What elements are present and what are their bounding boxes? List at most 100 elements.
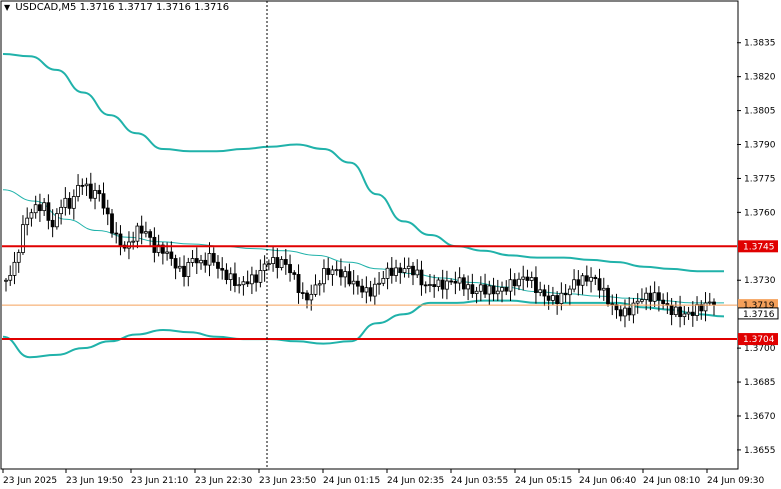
candle-body — [461, 277, 466, 290]
candle-body — [300, 292, 305, 294]
candle-body — [313, 284, 318, 295]
candle-body — [389, 267, 394, 276]
candle-body — [398, 267, 403, 273]
candle-body — [114, 232, 119, 235]
candle-body — [669, 304, 674, 316]
candle-body — [305, 292, 309, 301]
candle-body — [80, 184, 85, 187]
candle-body — [601, 287, 606, 291]
candle-body — [627, 307, 632, 316]
candle-body — [529, 277, 534, 281]
level-price-label: 1.3745 — [743, 242, 775, 252]
candle-body — [131, 240, 136, 243]
candle-body — [12, 261, 17, 276]
price-chart[interactable]: 1.3835 1.3820 1.3805 1.3790 1.3775 1.3760 1.37… — [0, 0, 781, 489]
candle-body — [584, 275, 589, 282]
candle-body — [190, 258, 195, 263]
candle-body — [504, 287, 509, 292]
candle-body — [466, 284, 471, 290]
y-axis-tick-label: 1.3775 — [744, 174, 776, 184]
y-axis-tick-label: 1.3790 — [744, 141, 776, 151]
x-axis-tick-label: 24 Jun 01:15 — [323, 476, 380, 486]
candle-body — [105, 207, 110, 215]
candle-body — [317, 283, 322, 286]
candle-body — [695, 304, 699, 316]
candle-body — [266, 263, 271, 266]
candle-body — [93, 190, 97, 199]
x-axis-tick-label: 24 Jun 09:30 — [707, 476, 764, 486]
candle-body — [71, 196, 76, 209]
candle-body — [288, 264, 292, 274]
candle-body — [394, 267, 398, 276]
candle-body — [517, 278, 521, 287]
candle-body — [21, 224, 25, 253]
x-axis-tick-label: 24 Jun 02:35 — [387, 476, 444, 486]
candle-body — [4, 279, 8, 282]
candle-body — [148, 231, 153, 238]
candle-body — [110, 213, 114, 234]
candle-body — [512, 279, 517, 287]
candle-body — [296, 274, 301, 293]
candle-body — [411, 265, 415, 276]
candle-body — [118, 233, 123, 246]
candle-body — [135, 225, 140, 242]
candle-body — [249, 274, 254, 285]
candle-body — [385, 267, 390, 279]
caret-down-icon[interactable]: ▼ — [4, 3, 10, 12]
candle-body — [415, 269, 420, 276]
candle-body — [673, 306, 678, 316]
candle-body — [555, 295, 560, 304]
candle-body — [173, 258, 178, 269]
candle-body — [377, 282, 381, 285]
high-value: 1.3717 — [117, 2, 153, 13]
candle-body — [63, 197, 68, 208]
candle-body — [54, 213, 59, 228]
candle-body — [207, 253, 212, 266]
candle-body — [623, 307, 627, 317]
candle-body — [258, 270, 263, 283]
candle-body — [381, 278, 386, 284]
candle-body — [559, 292, 564, 304]
candle-body — [368, 287, 373, 297]
candle-body — [33, 204, 38, 214]
candle-body — [534, 277, 538, 293]
candle-body — [364, 287, 369, 293]
candle-body — [283, 259, 288, 265]
y-axis-tick-label: 1.3760 — [744, 208, 776, 218]
candle-body — [50, 219, 55, 228]
candle-body — [343, 271, 348, 278]
y-axis-tick-label: 1.3655 — [744, 446, 776, 456]
symbol-label: USDCAD,M5 — [15, 2, 77, 13]
candle-body — [402, 268, 407, 273]
candle-body — [707, 301, 712, 304]
price-axis[interactable]: 1.3835 1.3820 1.3805 1.3790 1.3775 1.3760 1.37… — [737, 39, 779, 456]
candle-body — [322, 268, 326, 285]
candle-body — [309, 293, 314, 301]
candle-body — [334, 269, 339, 272]
x-axis-tick-label: 23 Jun 2025 — [3, 476, 57, 486]
candle-body — [478, 284, 483, 292]
x-axis-tick-label: 23 Jun 19:50 — [66, 476, 123, 486]
candle-body — [42, 202, 47, 212]
candle-body — [419, 269, 424, 286]
candle-body — [97, 190, 102, 195]
candle-body — [330, 269, 335, 275]
candle-body — [525, 276, 530, 281]
candle-body — [606, 287, 610, 305]
y-axis-tick-label: 1.3820 — [744, 73, 776, 83]
time-axis[interactable]: 23 Jun 2025 23 Jun 19:50 23 Jun 21:10 23 Ju… — [2, 469, 764, 486]
candle-body — [8, 275, 13, 281]
x-axis-tick-label: 24 Jun 06:40 — [579, 476, 636, 486]
candle-body — [360, 285, 365, 293]
y-axis-tick-label: 1.3685 — [744, 378, 776, 388]
y-axis-tick-label: 1.3700 — [744, 344, 776, 354]
x-axis-tick-label: 23 Jun 23:50 — [259, 476, 316, 486]
candle-body — [279, 259, 284, 268]
candle-body — [38, 204, 42, 212]
x-axis-tick-label: 24 Jun 05:15 — [515, 476, 572, 486]
close-value: 1.3716 — [194, 2, 230, 13]
candle-body — [194, 258, 199, 264]
candle-body — [474, 290, 479, 295]
candle-body — [275, 257, 280, 268]
candle-body — [580, 275, 585, 286]
